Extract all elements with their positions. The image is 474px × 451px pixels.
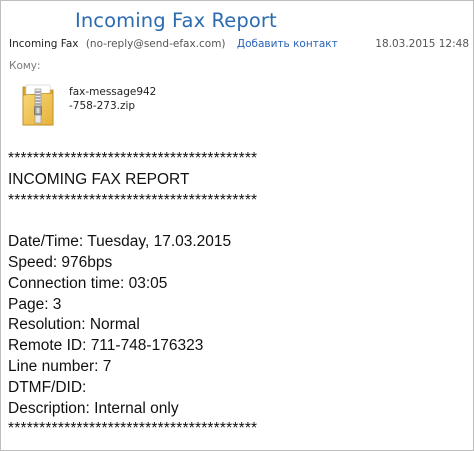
zip-folder-icon [22,84,54,126]
report-heading: INCOMING FAX REPORT [8,170,190,188]
email-date: 18.03.2015 12:48 [375,38,469,50]
connection-time-line: Connection time: 03:05 [8,274,168,292]
add-contact-link[interactable]: Добавить контакт [237,38,338,50]
separator-line: **************************************** [8,420,258,438]
email-view: Incoming Fax Report Incoming Fax (no-rep… [0,0,474,451]
attachment[interactable]: fax-message942-758-273.zip [21,81,181,131]
email-body: ****************************************… [8,149,468,440]
sender-email: (no-reply@send-efax.com) [85,38,226,50]
date-time-line: Date/Time: Tuesday, 17.03.2015 [8,233,232,251]
separator-line: **************************************** [8,150,258,167]
dtmf-did-line: DTMF/DID: [8,378,87,396]
line-number-line: Line number: 7 [8,357,112,375]
remote-id-line: Remote ID: 711-748-176323 [8,337,204,355]
email-subject: Incoming Fax Report [75,9,277,32]
attachment-filename[interactable]: fax-message942-758-273.zip [69,85,159,113]
page-line: Page: 3 [8,295,62,313]
sender-name[interactable]: Incoming Fax [9,38,78,50]
resolution-line: Resolution: Normal [8,316,140,334]
to-label: Кому: [9,60,41,72]
description-line: Description: Internal only [8,399,179,417]
sender-row: Incoming Fax (no-reply@send-efax.com) До… [9,38,469,54]
separator-line: **************************************** [8,191,258,209]
speed-line: Speed: 976bps [8,253,113,271]
